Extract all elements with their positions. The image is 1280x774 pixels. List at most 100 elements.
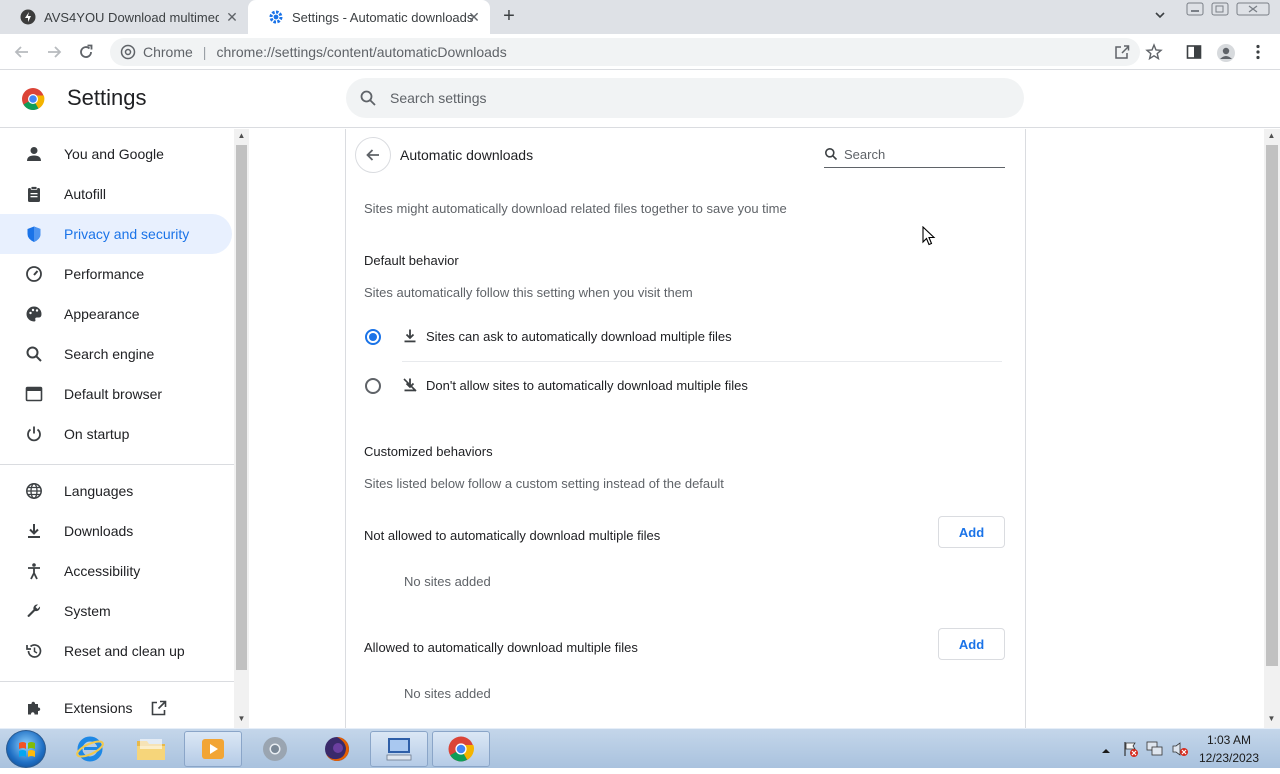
taskbar-chrome-inactive[interactable]: [246, 731, 304, 767]
taskbar-internet-explorer[interactable]: [61, 731, 119, 767]
sidebar-item-system[interactable]: System: [0, 591, 232, 631]
profile-avatar-icon[interactable]: [1216, 43, 1235, 62]
tab-close-icon[interactable]: ✕: [466, 9, 482, 25]
omnibox-separator: |: [202, 44, 207, 60]
add-not-allowed-button[interactable]: Add: [938, 516, 1005, 548]
action-center-flag-icon[interactable]: [1123, 741, 1139, 757]
network-icon[interactable]: [1146, 741, 1163, 756]
avs4you-favicon-icon: [20, 9, 36, 25]
settings-card: [345, 129, 1026, 729]
page-scrollbar[interactable]: ▲ ▼: [1264, 129, 1280, 728]
sidebar-item-accessibility[interactable]: Accessibility: [0, 551, 232, 591]
person-icon: [24, 145, 44, 163]
show-hidden-icons-icon[interactable]: [1101, 743, 1117, 757]
sidebar-item-label: Autofill: [64, 186, 107, 202]
sidebar-item-privacy-and-security[interactable]: Privacy and security: [0, 214, 232, 254]
tab-title: Settings - Automatic downloads: [292, 9, 474, 25]
sidebar-item-appearance[interactable]: Appearance: [0, 294, 232, 334]
taskbar-media-player[interactable]: [184, 731, 242, 767]
sidebar-item-label: Extensions: [64, 700, 133, 716]
sidebar-item-label: Downloads: [64, 523, 134, 539]
sidebar-item-performance[interactable]: Performance: [0, 254, 232, 294]
radio-allow-ask[interactable]: [365, 329, 381, 345]
tab-search-chevron-icon[interactable]: [1153, 8, 1167, 25]
folder-icon: [137, 739, 165, 760]
bookmark-star-icon[interactable]: [1145, 43, 1163, 61]
tab-close-icon[interactable]: ✕: [224, 9, 240, 25]
search-icon: [824, 147, 838, 161]
share-icon[interactable]: [1113, 43, 1131, 61]
side-panel-icon[interactable]: [1185, 43, 1203, 61]
history-icon: [24, 642, 44, 660]
scroll-down-arrow-icon[interactable]: ▼: [234, 714, 249, 723]
reload-icon[interactable]: [75, 41, 97, 63]
sidebar-item-languages[interactable]: Languages: [0, 471, 232, 511]
option-dont-allow-label[interactable]: Don't allow sites to automatically downl…: [426, 378, 748, 393]
site-search-input[interactable]: Search: [824, 144, 1005, 168]
taskbar-file-explorer[interactable]: [122, 731, 180, 767]
search-settings-input[interactable]: Search settings: [346, 78, 1024, 118]
clock-date[interactable]: 12/23/2023: [1198, 751, 1260, 765]
option-divider: [402, 361, 1002, 362]
open-in-new-icon: [150, 700, 167, 720]
restore-window-icon[interactable]: [1211, 2, 1229, 19]
sidebar-item-extensions[interactable]: Extensions: [0, 688, 232, 728]
puzzle-icon: [24, 699, 44, 717]
page-heading: Automatic downloads: [400, 147, 534, 163]
page-scroll-thumb[interactable]: [1266, 145, 1278, 666]
browser-toolbar: Chrome | chrome://settings/content/autom…: [0, 34, 1280, 70]
scroll-up-arrow-icon[interactable]: ▲: [234, 131, 249, 140]
download-icon: [24, 522, 44, 540]
tab-avs4you[interactable]: AVS4YOU Download multimedia ✕: [0, 0, 248, 34]
start-button[interactable]: [6, 730, 46, 768]
more-menu-icon[interactable]: [1249, 43, 1267, 61]
wrench-icon: [24, 602, 44, 620]
sidebar-item-autofill[interactable]: Autofill: [0, 174, 232, 214]
settings-header: Settings Search settings: [0, 70, 1280, 128]
sidebar-item-you-and-google[interactable]: You and Google: [0, 134, 232, 174]
sidebar-item-downloads[interactable]: Downloads: [0, 511, 232, 551]
sidebar-divider: [0, 681, 234, 682]
browser-window-icon: [24, 385, 44, 403]
sidebar-item-label: Performance: [64, 266, 145, 282]
sidebar-item-reset-and-clean-up[interactable]: Reset and clean up: [0, 631, 232, 671]
chrome-logo-icon: [21, 87, 45, 111]
sidebar-item-label: System: [64, 603, 111, 619]
speedometer-icon: [24, 265, 44, 283]
sidebar-scrollbar[interactable]: ▲ ▼: [234, 129, 249, 728]
page-description: Sites might automatically download relat…: [364, 201, 787, 216]
volume-muted-icon[interactable]: [1171, 741, 1188, 756]
scroll-down-arrow-icon[interactable]: ▼: [1264, 714, 1279, 723]
radio-dont-allow[interactable]: [365, 378, 381, 394]
sidebar-item-label: Appearance: [64, 306, 140, 322]
taskbar-chrome-active[interactable]: [432, 731, 490, 767]
search-icon: [24, 345, 44, 363]
add-allowed-button[interactable]: Add: [938, 628, 1005, 660]
option-allow-label[interactable]: Sites can ask to automatically download …: [426, 329, 732, 344]
forward-arrow-icon[interactable]: [43, 41, 65, 63]
palette-icon: [24, 305, 44, 323]
sidebar-item-label: Privacy and security: [64, 226, 190, 242]
taskbar-firefox[interactable]: [308, 731, 366, 767]
close-window-icon[interactable]: [1236, 2, 1270, 19]
shield-icon: [24, 225, 44, 243]
monitor-keyboard-icon: [386, 738, 412, 761]
sidebar-scroll-thumb[interactable]: [236, 145, 247, 670]
back-arrow-icon[interactable]: [11, 41, 33, 63]
sidebar-item-on-startup[interactable]: On startup: [0, 414, 232, 454]
clock-time[interactable]: 1:03 AM: [1198, 733, 1260, 747]
taskbar-remote-desktop[interactable]: [370, 731, 428, 767]
download-off-icon: [402, 377, 418, 393]
tab-settings[interactable]: Settings - Automatic downloads ✕: [248, 0, 490, 34]
back-button[interactable]: [355, 137, 391, 173]
sidebar-item-search-engine[interactable]: Search engine: [0, 334, 232, 374]
windows-logo-icon: [19, 742, 35, 757]
scroll-up-arrow-icon[interactable]: ▲: [1264, 131, 1279, 140]
sidebar-item-label: Default browser: [64, 386, 163, 402]
address-bar[interactable]: Chrome | chrome://settings/content/autom…: [110, 38, 1140, 66]
minimize-window-icon[interactable]: [1186, 2, 1204, 19]
sidebar-item-default-browser[interactable]: Default browser: [0, 374, 232, 414]
new-tab-plus-icon[interactable]: +: [498, 6, 520, 28]
sidebar-item-label: Accessibility: [64, 563, 141, 579]
not-allowed-empty-text: No sites added: [404, 574, 491, 589]
